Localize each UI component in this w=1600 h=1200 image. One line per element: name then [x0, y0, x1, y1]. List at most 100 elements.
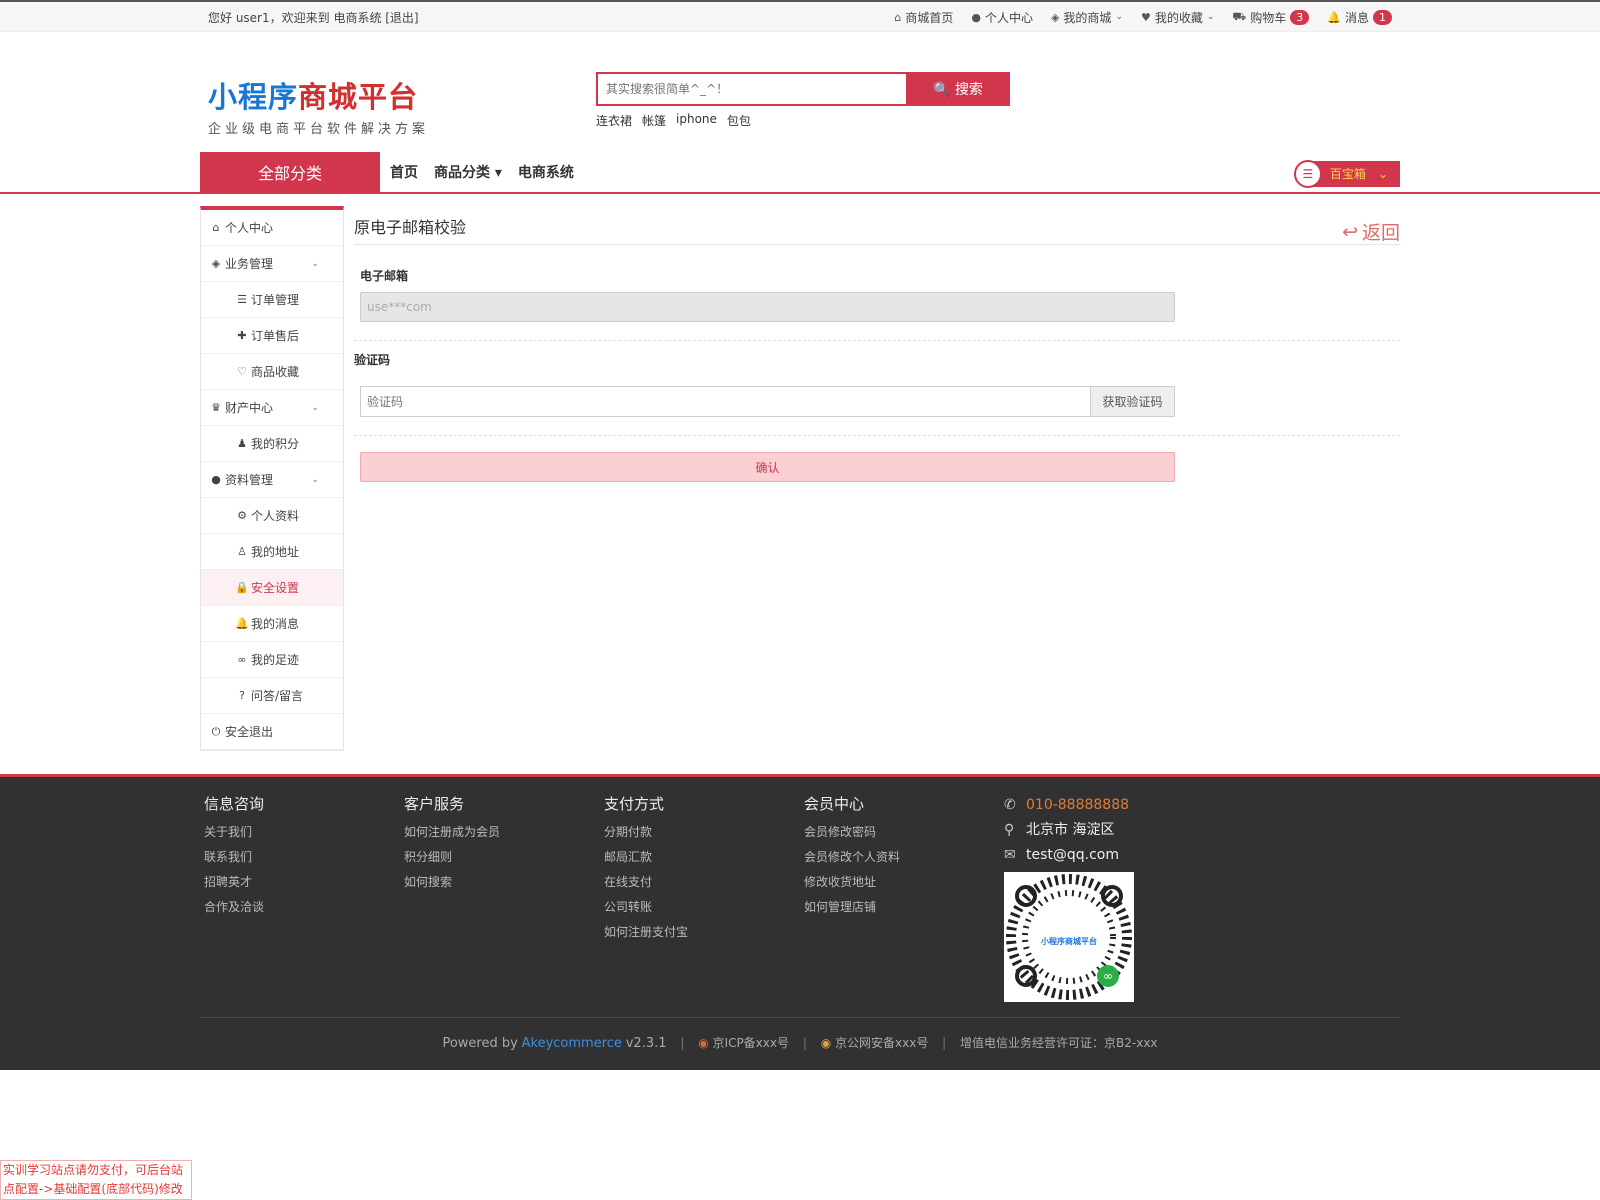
footer-link[interactable]: 如何注册支付宝: [604, 920, 804, 945]
sidebar-item-0[interactable]: ⌂ 个人中心: [201, 210, 343, 246]
lock-icon: 🔒: [235, 581, 249, 594]
footer-link[interactable]: 会员修改个人资料: [804, 845, 1004, 870]
sidebar-item-6[interactable]: ♟ 我的积分: [201, 426, 343, 462]
sidebar-item-label: 问答/留言: [251, 689, 304, 703]
footer-link[interactable]: 关于我们: [204, 820, 404, 845]
top-nav-item-1[interactable]: ● 个人中心: [971, 9, 1033, 26]
search-button-label: 搜索: [954, 82, 983, 98]
sidebar-item-1[interactable]: ◈ 业务管理 ⌄: [201, 246, 343, 282]
police-record[interactable]: ◉ 京公网安备xxx号: [821, 1036, 929, 1050]
footer-link[interactable]: 合作及洽谈: [204, 895, 404, 920]
footer-column-0: 信息咨询 关于我们 联系我们 招聘英才 合作及洽谈: [204, 793, 404, 1002]
sidebar-item-label: 我的地址: [251, 545, 300, 559]
header: 小程序商城平台 企业级电商平台软件解决方案 🔍 搜索 连衣裙帐篷 iphone 包包: [0, 32, 1600, 152]
sidebar-item-10[interactable]: 🔒 安全设置: [201, 570, 343, 606]
caret-down-icon: ▾: [490, 165, 502, 181]
top-nav-item-5[interactable]: 🔔 消息 1: [1327, 9, 1392, 26]
chevron-down-icon: ⌄: [1115, 12, 1123, 22]
powered-by-text: Powered by: [442, 1036, 518, 1051]
hot-keyword-link[interactable]: iphone: [676, 112, 717, 129]
email-section: 电子邮箱 use***com: [354, 245, 1400, 341]
svg-text:∞: ∞: [1103, 969, 1113, 983]
footer-link[interactable]: 如何搜索: [404, 870, 604, 895]
footer-link[interactable]: 邮局汇款: [604, 845, 804, 870]
sidebar-item-12[interactable]: ∞ 我的足迹: [201, 642, 343, 678]
sidebar-item-label: 我的积分: [251, 437, 300, 451]
top-nav-item-3[interactable]: ♥ 我的收藏 ⌄: [1141, 9, 1214, 26]
sidebar-item-label: 安全退出: [225, 725, 274, 739]
cube-icon: ◈: [211, 257, 221, 270]
footer-bottom: Powered by Akeycommerce v2.3.1 | ◉ 京ICP备…: [200, 1017, 1400, 1051]
cube-icon: ◈: [1050, 10, 1060, 24]
site-logo[interactable]: 小程序商城平台 企业级电商平台软件解决方案: [208, 74, 429, 137]
sidebar-item-label: 我的足迹: [251, 653, 300, 667]
footer-link[interactable]: 公司转账: [604, 895, 804, 920]
footer-link[interactable]: 分期付款: [604, 820, 804, 845]
chess-icon: ♟: [237, 437, 247, 450]
code-label: 验证码: [354, 353, 391, 367]
hot-keyword-link[interactable]: 帐篷: [642, 112, 666, 129]
nav-categories[interactable]: 商品分类 ▾: [434, 162, 502, 182]
sidebar-item-3[interactable]: ✚ 订单售后: [201, 318, 343, 354]
contact-address: 北京市 海淀区: [1026, 822, 1115, 838]
top-nav-label: 消息: [1344, 10, 1369, 25]
footer-link[interactable]: 如何管理店铺: [804, 895, 1004, 920]
powered-by-brand[interactable]: Akeycommerce: [522, 1036, 622, 1051]
footer-link[interactable]: 会员修改密码: [804, 820, 1004, 845]
sidebar-item-label: 个人中心: [225, 221, 274, 235]
top-nav-label: 个人中心: [984, 10, 1033, 25]
envelope-icon: ✉: [1004, 847, 1016, 863]
footer-link[interactable]: 如何注册成为会员: [404, 820, 604, 845]
top-nav-item-0[interactable]: ⌂ 商城首页: [894, 9, 953, 26]
footer-link[interactable]: 联系我们: [204, 845, 404, 870]
footer-link[interactable]: 积分细则: [404, 845, 604, 870]
all-categories-button[interactable]: 全部分类: [200, 152, 380, 192]
sidebar-item-7[interactable]: ● 资料管理 ⌄: [201, 462, 343, 498]
hot-keyword-link[interactable]: 包包: [727, 112, 751, 129]
confirm-button[interactable]: 确认: [360, 452, 1175, 482]
treasure-box-label: 百宝箱: [1329, 167, 1366, 181]
question-icon: ?: [239, 689, 245, 702]
treasure-box-button[interactable]: ☰ 百宝箱 ⌄: [1293, 160, 1400, 188]
user-icon: ●: [211, 473, 221, 486]
sidebar-item-2[interactable]: ☰ 订单管理: [201, 282, 343, 318]
nav-links: 首页 商品分类 ▾ 电商系统: [390, 152, 574, 192]
verification-code-input[interactable]: [360, 386, 1091, 417]
chevron-down-icon: ⌄: [1377, 167, 1388, 181]
back-link[interactable]: ↩ 返回: [1342, 218, 1400, 245]
user-sidebar: ⌂ 个人中心 ◈ 业务管理 ⌄ ☰ 订单管理 ✚ 订单售后 ♡ 商品收藏 ♛ 财产中心 ⌄ ♟ 我的积分 ● 资料…: [200, 206, 344, 751]
top-nav-label: 商城首页: [905, 10, 954, 25]
sidebar-item-label: 业务管理: [225, 257, 274, 271]
sidebar-item-9[interactable]: ♙ 我的地址: [201, 534, 343, 570]
top-nav-item-4[interactable]: ⛟ 购物车 3: [1232, 9, 1310, 26]
sidebar-item-label: 资料管理: [225, 473, 274, 487]
sidebar-item-14[interactable]: ⏻ 安全退出: [201, 714, 343, 750]
back-label: 返回: [1361, 222, 1400, 244]
sidebar-item-5[interactable]: ♛ 财产中心 ⌄: [201, 390, 343, 426]
search-input[interactable]: [596, 72, 906, 106]
sidebar-item-13[interactable]: ? 问答/留言: [201, 678, 343, 714]
sidebar-item-8[interactable]: ⚙ 个人资料: [201, 498, 343, 534]
search-button[interactable]: 🔍 搜索: [906, 72, 1010, 106]
nav-ecommerce[interactable]: 电商系统: [518, 162, 574, 182]
email-field: use***com: [360, 292, 1175, 322]
footer-link[interactable]: 招聘英才: [204, 870, 404, 895]
footer-link[interactable]: 修改收货地址: [804, 870, 1004, 895]
nav-home[interactable]: 首页: [390, 162, 418, 182]
puzzle-icon: ✚: [237, 329, 247, 342]
icp-record[interactable]: ◉ 京ICP备xxx号: [698, 1036, 789, 1050]
top-nav-item-2[interactable]: ◈ 我的商城 ⌄: [1051, 9, 1123, 26]
sidebar-item-4[interactable]: ♡ 商品收藏: [201, 354, 343, 390]
footer-link[interactable]: 在线支付: [604, 870, 804, 895]
hot-keyword-link[interactable]: 连衣裙: [596, 112, 632, 129]
footer: 信息咨询 关于我们 联系我们 招聘英才 合作及洽谈 客户服务如何注册成为会员 积分细则 如何搜…: [0, 774, 1600, 1070]
mini-program-qr-code: ∞ 小程序商城平台: [1004, 872, 1134, 1002]
sidebar-item-11[interactable]: 🔔 我的消息: [201, 606, 343, 642]
chevron-down-icon: ⌄: [311, 402, 319, 413]
get-code-button[interactable]: 获取验证码: [1091, 386, 1175, 417]
sidebar-item-label: 安全设置: [251, 581, 300, 595]
content-panel: 原电子邮箱校验 ↩返回 电子邮箱 use***com 验证码 获取验证码 确认: [354, 206, 1400, 774]
icp-text: 京ICP备xxx号: [712, 1036, 789, 1050]
footer-column-title: 客户服务: [404, 795, 465, 813]
main-nav: 全部分类 首页 商品分类 ▾ 电商系统 ☰ 百宝箱 ⌄: [0, 152, 1600, 194]
